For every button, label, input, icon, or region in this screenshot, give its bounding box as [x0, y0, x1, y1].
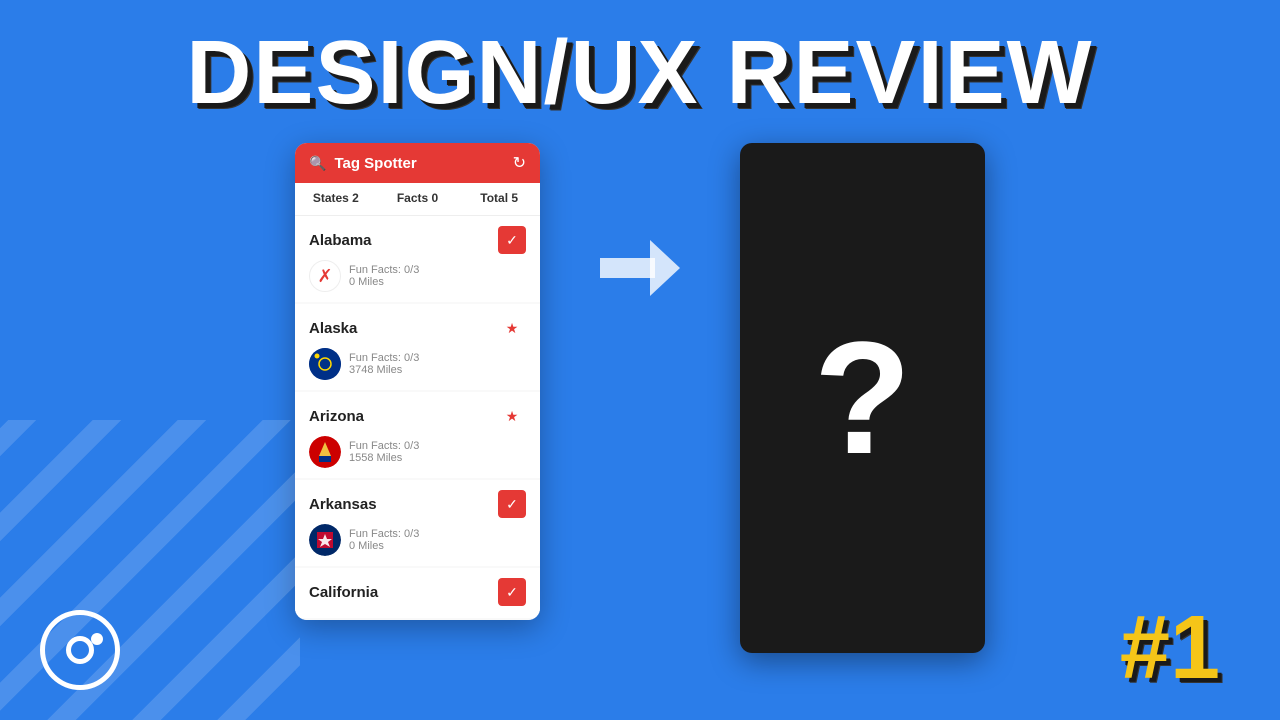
state-info: Fun Facts: 0/3 1558 Miles — [349, 440, 419, 464]
fun-facts: Fun Facts: 0/3 — [349, 528, 419, 540]
favorite-button[interactable]: ★ — [498, 314, 526, 342]
state-flag-arizona — [309, 436, 341, 468]
state-info: Fun Facts: 0/3 0 Miles — [349, 528, 419, 552]
state-name: Alabama — [309, 232, 372, 249]
miles: 0 Miles — [349, 276, 419, 288]
state-info: Fun Facts: 0/3 3748 Miles — [349, 352, 419, 376]
state-flag-alaska — [309, 348, 341, 380]
state-flag-arkansas — [309, 524, 341, 556]
miles: 1558 Miles — [349, 452, 419, 464]
favorite-button[interactable]: ★ — [498, 402, 526, 430]
list-item: Arkansas ✓ Fun Facts: 0/3 — [295, 480, 540, 566]
list-item: Alaska ★ Fun Facts: 0/3 — [295, 304, 540, 390]
refresh-icon[interactable]: ↻ — [513, 153, 526, 173]
arrow-right-icon — [600, 243, 680, 293]
miles: 0 Miles — [349, 540, 419, 552]
state-name-row: Alabama ✓ — [309, 226, 526, 254]
state-name: California — [309, 584, 378, 601]
state-name-row: Arkansas ✓ — [309, 490, 526, 518]
list-item: California ✓ — [295, 568, 540, 618]
tab-states[interactable]: States 2 — [295, 183, 377, 215]
checkmark-icon: ✓ — [506, 232, 518, 249]
state-name-row: Alaska ★ — [309, 314, 526, 342]
search-icon: 🔍 — [309, 155, 326, 172]
ionic-logo — [40, 610, 120, 690]
phone-mockup-before: 🔍 Tag Spotter ↻ States 2 Facts 0 Total 5… — [295, 143, 540, 620]
star-icon: ★ — [506, 320, 519, 337]
state-details: ✗ Fun Facts: 0/3 0 Miles — [309, 260, 526, 292]
ionic-dot — [91, 633, 103, 645]
state-details: Fun Facts: 0/3 0 Miles — [309, 524, 526, 556]
star-icon: ★ — [506, 408, 519, 425]
list-item: Arizona ★ Fun Facts: 0/3 — [295, 392, 540, 478]
checkmark-icon: ✓ — [506, 496, 518, 513]
fun-facts: Fun Facts: 0/3 — [349, 264, 419, 276]
state-name: Arkansas — [309, 496, 377, 513]
list-item: Alabama ✓ ✗ Fun Facts: 0/3 0 Miles — [295, 216, 540, 302]
tabs-bar: States 2 Facts 0 Total 5 — [295, 183, 540, 216]
tab-facts[interactable]: Facts 0 — [377, 183, 459, 215]
fun-facts: Fun Facts: 0/3 — [349, 440, 419, 452]
state-flag-alabama: ✗ — [309, 260, 341, 292]
state-name-row: California ✓ — [309, 578, 526, 606]
number-badge: #1 — [1120, 597, 1220, 700]
ionic-outer-ring — [40, 610, 120, 690]
state-details: Fun Facts: 0/3 3748 Miles — [309, 348, 526, 380]
state-info: Fun Facts: 0/3 0 Miles — [349, 264, 419, 288]
state-details: Fun Facts: 0/3 1558 Miles — [309, 436, 526, 468]
state-name: Alaska — [309, 320, 357, 337]
phone-mockup-after: ? — [740, 143, 985, 653]
checkmark-icon: ✓ — [506, 584, 518, 601]
state-list: Alabama ✓ ✗ Fun Facts: 0/3 0 Miles — [295, 216, 540, 620]
favorite-button[interactable]: ✓ — [498, 226, 526, 254]
app-header-left: 🔍 Tag Spotter — [309, 155, 417, 172]
state-name-row: Arizona ★ — [309, 402, 526, 430]
miles: 3748 Miles — [349, 364, 419, 376]
error-icon: ✗ — [317, 266, 332, 287]
app-header: 🔍 Tag Spotter ↻ — [295, 143, 540, 183]
favorite-button[interactable]: ✓ — [498, 490, 526, 518]
arrow-container — [600, 143, 680, 293]
app-name: Tag Spotter — [334, 155, 416, 172]
ionic-inner-circle — [66, 636, 94, 664]
mystery-question-mark: ? — [814, 318, 912, 478]
state-name: Arizona — [309, 408, 364, 425]
favorite-button[interactable]: ✓ — [498, 578, 526, 606]
tab-total[interactable]: Total 5 — [458, 183, 540, 215]
page-title: DESIGN/UX REVIEW — [0, 0, 1280, 143]
fun-facts: Fun Facts: 0/3 — [349, 352, 419, 364]
